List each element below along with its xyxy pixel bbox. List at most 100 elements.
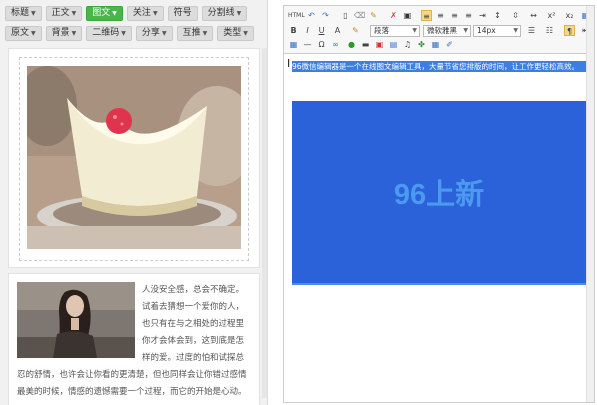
template-panel: 标题 ▼ 正文 ▼ 图文 ▼ 关注 ▼ 符号 分割线 ▼ 原文 ▼ 背景 ▼ 二维码 ▼ 分享 ▼… (0, 0, 268, 405)
paragraph-mark-icon[interactable]: ¶ (564, 25, 575, 36)
category-follow[interactable]: 关注 ▼ (126, 6, 164, 21)
italic-icon[interactable]: I (302, 25, 313, 36)
special-char-icon[interactable]: Ω (316, 39, 327, 50)
link-icon[interactable]: ∞ (330, 39, 341, 50)
underline-icon[interactable]: U (316, 25, 327, 36)
align-center-icon[interactable]: ≡ (435, 10, 446, 21)
letter-spacing-icon[interactable]: ↔ (528, 10, 539, 21)
caret-down-icon: ▼ (71, 30, 77, 37)
category-label: 分享 (141, 28, 160, 38)
emotion-icon[interactable]: ● (346, 39, 357, 50)
font-size-value: 14px (477, 26, 496, 35)
superscript-icon[interactable]: x² (546, 10, 557, 21)
align-right-icon[interactable]: ≡ (449, 10, 460, 21)
puzzle-icon[interactable]: ✤ (416, 39, 427, 50)
template-scrollbar[interactable] (262, 48, 267, 398)
category-label: 二维码 (92, 28, 120, 38)
category-image-text[interactable]: 图文 ▼ (86, 6, 123, 21)
redo-icon[interactable]: ↷ (320, 10, 331, 21)
chevron-down-icon: ▼ (463, 27, 468, 34)
article-line: 忍的舒情，也许会让你看的更清楚，但也同样会让你错过感情 (17, 370, 247, 380)
clear-format-icon[interactable]: ✗ (388, 10, 399, 21)
editor-toolbar: HTML ↶ ↷ ▯ ⌫ ✎ ✗ ▣ ≡ ≡ ≡ ≡ ⇥ ↕ ⇳ ↔ x² x₂… (284, 6, 594, 54)
caret-down-icon: ▼ (161, 30, 167, 37)
music-icon[interactable]: ♫ (402, 39, 413, 50)
editor-scrollbar[interactable] (586, 6, 594, 402)
new-doc-icon[interactable]: ▯ (340, 10, 351, 21)
article-line: 样的爱。过度的怕和试探总 (142, 353, 245, 363)
paragraph-select[interactable]: 段落 ▼ (370, 25, 420, 37)
category-label: 关注 (132, 8, 151, 18)
hr-icon[interactable]: — (302, 39, 313, 50)
category-symbol[interactable]: 符号 (167, 6, 198, 21)
line-height-icon[interactable]: ↕ (492, 10, 503, 21)
html-source-icon[interactable]: HTML (288, 10, 305, 21)
chevron-down-icon: ▼ (513, 27, 518, 34)
category-promote[interactable]: 互推 ▼ (176, 26, 214, 41)
article-line: 人没安全感，总会不确定。 (142, 285, 245, 295)
font-size-select[interactable]: 14px ▼ (473, 25, 521, 37)
bold-icon[interactable]: B (288, 25, 299, 36)
highlight-icon[interactable]: ✎ (350, 25, 361, 36)
caret-down-icon: ▼ (243, 30, 248, 37)
text-cursor-icon: I (287, 57, 291, 70)
category-label: 标题 (11, 8, 30, 18)
caret-down-icon: ▼ (152, 10, 158, 17)
align-left-icon[interactable]: ≡ (421, 10, 432, 21)
indent-icon[interactable]: ⇥ (477, 10, 488, 21)
undo-icon[interactable]: ↶ (306, 10, 317, 21)
category-label: 背景 (51, 28, 70, 38)
ordered-list-icon[interactable]: ☰ (526, 25, 537, 36)
category-original[interactable]: 原文 ▼ (5, 26, 42, 41)
caret-down-icon: ▼ (236, 10, 242, 17)
category-label: 互推 (182, 28, 201, 38)
category-label: 类型 (223, 28, 242, 38)
article-line: 试着去猜想一个爱你的人， (142, 302, 245, 312)
caret-down-icon: ▼ (31, 10, 36, 17)
category-label: 图文 (92, 8, 111, 18)
caret-down-icon: ▼ (31, 30, 36, 37)
editor-content[interactable]: I 96微信编辑器是一个在线图文编辑工具，大量节省您排版的时间，让工作更轻松高效… (287, 57, 586, 285)
category-label: 分割线 (207, 8, 235, 18)
template-icon[interactable]: ▦ (430, 39, 441, 50)
image-icon[interactable]: ▣ (374, 39, 385, 50)
category-body[interactable]: 正文 ▼ (45, 6, 83, 21)
category-row-2: 原文 ▼ 背景 ▼ 二维码 ▼ 分享 ▼ 互推 ▼ 类型 ▼ (5, 26, 267, 41)
paragraph-select-value: 段落 (374, 26, 389, 35)
category-row-1: 标题 ▼ 正文 ▼ 图文 ▼ 关注 ▼ 符号 分割线 ▼ (5, 6, 267, 21)
caret-down-icon: ▼ (202, 30, 208, 37)
subscript-icon[interactable]: x₂ (564, 10, 575, 21)
template-card-article[interactable]: 人没安全感，总会不确定。 试着去猜想一个爱你的人， 也只有在与之相处的过程里 你… (8, 273, 260, 405)
align-justify-icon[interactable]: ≡ (463, 10, 474, 21)
caret-down-icon: ▼ (71, 10, 77, 17)
template-list: 人没安全感，总会不确定。 试着去猜想一个爱你的人， 也只有在与之相处的过程里 你… (8, 48, 260, 405)
video-icon[interactable]: ▤ (388, 39, 399, 50)
category-label: 符号 (173, 8, 192, 18)
category-label: 原文 (11, 28, 30, 38)
paragraph-spacing-icon[interactable]: ⇳ (510, 10, 521, 21)
table-icon[interactable]: ▦ (288, 39, 299, 50)
dessert-photo (27, 66, 241, 249)
banner-block[interactable]: 96上新 (292, 101, 586, 285)
girl-photo (17, 282, 135, 358)
eraser-icon[interactable]: ⌫ (354, 10, 365, 21)
category-qrcode[interactable]: 二维码 ▼ (86, 26, 132, 41)
category-background[interactable]: 背景 ▼ (45, 26, 83, 41)
select-all-icon[interactable]: ▣ (402, 10, 413, 21)
font-select[interactable]: 微软雅黑 ▼ (423, 25, 471, 37)
category-share[interactable]: 分享 ▼ (135, 26, 173, 41)
map-icon[interactable]: ▬ (360, 39, 371, 50)
unordered-list-icon[interactable]: ☷ (544, 25, 555, 36)
article-line: 最美的时候，情感的遗憾需要一个过程，而它的开始是心动。 (17, 387, 247, 397)
template-card-dessert[interactable] (8, 48, 260, 268)
editor-panel: HTML ↶ ↷ ▯ ⌫ ✎ ✗ ▣ ≡ ≡ ≡ ≡ ⇥ ↕ ⇳ ↔ x² x₂… (283, 5, 595, 403)
selected-paragraph[interactable]: 96微信编辑器是一个在线图文编辑工具，大量节省您排版的时间，让工作更轻松高效。 (292, 61, 586, 72)
category-title[interactable]: 标题 ▼ (5, 6, 42, 21)
font-select-value: 微软雅黑 (427, 26, 457, 35)
caret-down-icon: ▼ (121, 30, 126, 37)
format-brush-icon[interactable]: ✎ (368, 10, 379, 21)
category-type[interactable]: 类型 ▼ (217, 26, 254, 41)
category-divider[interactable]: 分割线 ▼ (201, 6, 248, 21)
scrawl-icon[interactable]: ✐ (444, 39, 455, 50)
font-color-icon[interactable]: A (332, 25, 343, 36)
